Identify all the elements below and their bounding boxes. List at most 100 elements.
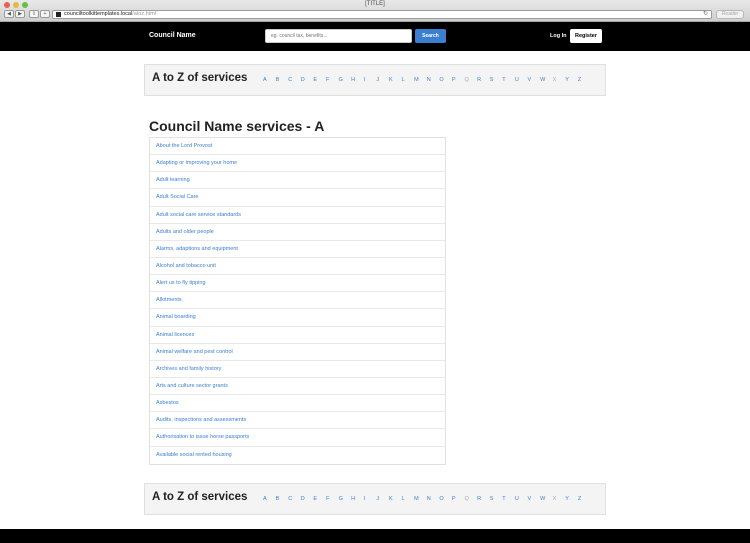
az-letter-j[interactable]: J <box>376 496 389 502</box>
az-letter-s[interactable]: S <box>490 77 503 83</box>
az-letter-m[interactable]: M <box>414 496 427 502</box>
az-letter-a[interactable]: A <box>263 496 276 502</box>
service-link[interactable]: Audits, inspections and assessments <box>150 412 445 430</box>
az-letter-k[interactable]: K <box>389 496 402 502</box>
az-letter-r[interactable]: R <box>477 496 490 502</box>
service-link[interactable]: Alcohol and tobacco unit <box>150 258 445 276</box>
service-link[interactable]: Adapting or improving your home <box>150 155 445 173</box>
search-input[interactable] <box>265 29 412 43</box>
az-letter-n[interactable]: N <box>427 496 440 502</box>
az-letter-z[interactable]: Z <box>578 77 591 83</box>
service-link[interactable]: Alert us to fly tipping <box>150 275 445 293</box>
az-letter-l[interactable]: L <box>402 77 415 83</box>
az-letter-g[interactable]: G <box>339 496 352 502</box>
login-link[interactable]: Log In <box>550 33 567 39</box>
az-letter-p[interactable]: P <box>452 77 465 83</box>
az-letter-j[interactable]: J <box>376 77 389 83</box>
az-letter-h[interactable]: H <box>351 496 364 502</box>
az-letter-n[interactable]: N <box>427 77 440 83</box>
az-letter-o[interactable]: O <box>439 496 452 502</box>
az-letter-o[interactable]: O <box>439 77 452 83</box>
address-bar[interactable]: counciltoolkittemplates.local/atoz.html … <box>52 10 712 19</box>
az-title: A to Z of services <box>152 72 248 84</box>
az-letter-t[interactable]: T <box>502 496 515 502</box>
az-letter-l[interactable]: L <box>402 496 415 502</box>
az-letter-m[interactable]: M <box>414 77 427 83</box>
back-arrow-icon[interactable]: ◀ <box>4 10 14 18</box>
reader-button[interactable]: Reader <box>716 10 744 19</box>
az-letter-v[interactable]: V <box>527 77 540 83</box>
service-link[interactable]: Adults and older people <box>150 224 445 241</box>
az-letter-v[interactable]: V <box>527 496 540 502</box>
az-title: A to Z of services <box>152 491 248 503</box>
az-letter-c[interactable]: C <box>288 77 301 83</box>
az-letter-y[interactable]: Y <box>565 496 578 502</box>
az-letter-w[interactable]: W <box>540 496 553 502</box>
az-letter-y[interactable]: Y <box>565 77 578 83</box>
register-button[interactable]: Register <box>570 29 602 43</box>
service-link[interactable]: Asbestos <box>150 395 445 413</box>
services-heading: Council Name services - A <box>149 118 325 134</box>
az-letter-f[interactable]: F <box>326 77 339 83</box>
search-button[interactable]: Search <box>415 29 446 43</box>
az-letter-t[interactable]: T <box>502 77 515 83</box>
service-link[interactable]: Archives and family history <box>150 361 445 378</box>
az-letter-e[interactable]: E <box>313 77 326 83</box>
az-letter-d[interactable]: D <box>301 496 314 502</box>
az-letter-a[interactable]: A <box>263 77 276 83</box>
az-letter-x: X <box>552 496 557 502</box>
az-letter-g[interactable]: G <box>339 77 352 83</box>
az-bar-top: A to Z of services ABCDEFGHIJKLMNOPQ RSTU… <box>144 64 606 96</box>
az-letter-c[interactable]: C <box>288 496 301 502</box>
favicon-icon <box>56 12 61 17</box>
az-letter-f[interactable]: F <box>326 496 339 502</box>
browser-chrome: [TITLE] ◀ ▶ ⇪ + counciltoolkittemplates.… <box>0 0 750 22</box>
service-link[interactable]: Animal welfare and pest control <box>150 344 445 361</box>
az-letter-s[interactable]: S <box>490 496 503 502</box>
az-bar-bottom: A to Z of services ABCDEFGHIJKLMNOPQ RSTU… <box>144 483 606 515</box>
url-text: counciltoolkittemplates.local/atoz.html <box>64 11 156 18</box>
az-letter-u[interactable]: U <box>515 77 528 83</box>
service-link[interactable]: Adult Social Care <box>150 189 445 207</box>
az-letter-q: Q <box>464 77 469 83</box>
service-link[interactable]: Available social rented housing <box>150 447 445 464</box>
az-letter-p[interactable]: P <box>452 496 465 502</box>
az-letter-k[interactable]: K <box>389 77 402 83</box>
url-path: /atoz.html <box>132 11 157 17</box>
az-letter-w[interactable]: W <box>540 77 553 83</box>
site-footer <box>0 529 750 543</box>
service-link[interactable]: Allotments <box>150 292 445 310</box>
service-link[interactable]: Adult learning <box>150 172 445 190</box>
service-link[interactable]: Adult social care service standards <box>150 207 445 224</box>
az-letter-u[interactable]: U <box>515 496 528 502</box>
az-letter-d[interactable]: D <box>301 77 314 83</box>
site-logo[interactable]: Council Name <box>149 32 196 39</box>
az-letter-h[interactable]: H <box>351 77 364 83</box>
share-icon[interactable]: ⇪ <box>29 10 39 18</box>
az-letter-r[interactable]: R <box>477 77 490 83</box>
az-letter-b[interactable]: B <box>276 77 289 83</box>
forward-arrow-icon[interactable]: ▶ <box>15 10 25 18</box>
site-header: Council Name Search Log In Register <box>0 22 750 51</box>
new-tab-icon[interactable]: + <box>40 10 50 18</box>
az-letter-b[interactable]: B <box>276 496 289 502</box>
az-letter-i[interactable]: I <box>364 77 377 83</box>
az-letter-e[interactable]: E <box>313 496 326 502</box>
az-letter-q: Q <box>464 496 469 502</box>
window-title: [TITLE] <box>365 1 385 7</box>
az-letter-list: ABCDEFGHIJKLMNOPQ RSTUVWX YZ <box>263 496 590 502</box>
reload-icon[interactable]: ↻ <box>703 11 708 18</box>
az-letter-x: X <box>552 77 557 83</box>
az-letter-i[interactable]: I <box>364 496 377 502</box>
service-list: About the Lord Provost Adapting or improv… <box>149 137 446 465</box>
service-link[interactable]: About the Lord Provost <box>150 138 445 156</box>
service-link[interactable]: Animal licences <box>150 327 445 344</box>
service-link[interactable]: Arts and culture sector grants <box>150 378 445 396</box>
browser-nav-buttons: ◀ ▶ ⇪ + <box>4 10 50 18</box>
az-letter-z[interactable]: Z <box>578 496 591 502</box>
az-letter-list: ABCDEFGHIJKLMNOPQ RSTUVWX YZ <box>263 77 590 83</box>
service-link[interactable]: Alarms, adaptions and equipment <box>150 241 445 258</box>
service-link[interactable]: Animal boarding <box>150 309 445 327</box>
url-host: counciltoolkittemplates.local <box>64 11 133 17</box>
service-link[interactable]: Authorisation to issue horse passports <box>150 429 445 447</box>
